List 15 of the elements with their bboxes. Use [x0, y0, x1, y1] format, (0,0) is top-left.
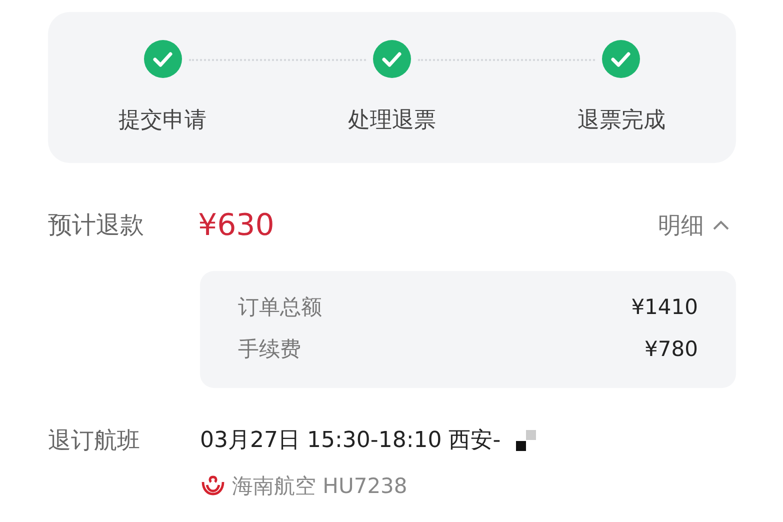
step-label: 处理退票 [348, 108, 436, 134]
refund-label: 预计退款 [48, 210, 145, 241]
detail-label: 订单总额 [238, 294, 322, 321]
detail-value: ¥1410 [631, 294, 698, 321]
flight-label: 退订航班 [48, 427, 141, 456]
step-label: 退票完成 [577, 108, 666, 134]
refund-amount: ¥630 [198, 208, 276, 242]
detail-value: ¥780 [644, 336, 698, 363]
detail-toggle[interactable]: 明细 [658, 210, 730, 240]
chevron-up-icon [712, 219, 730, 231]
airline-flight: 海南航空 HU7238 [232, 473, 408, 500]
step-label: 提交申请 [118, 108, 207, 134]
detail-label: 手续费 [238, 336, 301, 363]
flight-schedule: 03月27日 15:30-18:10 西安- [200, 427, 501, 455]
airline-logo-icon [200, 474, 226, 498]
